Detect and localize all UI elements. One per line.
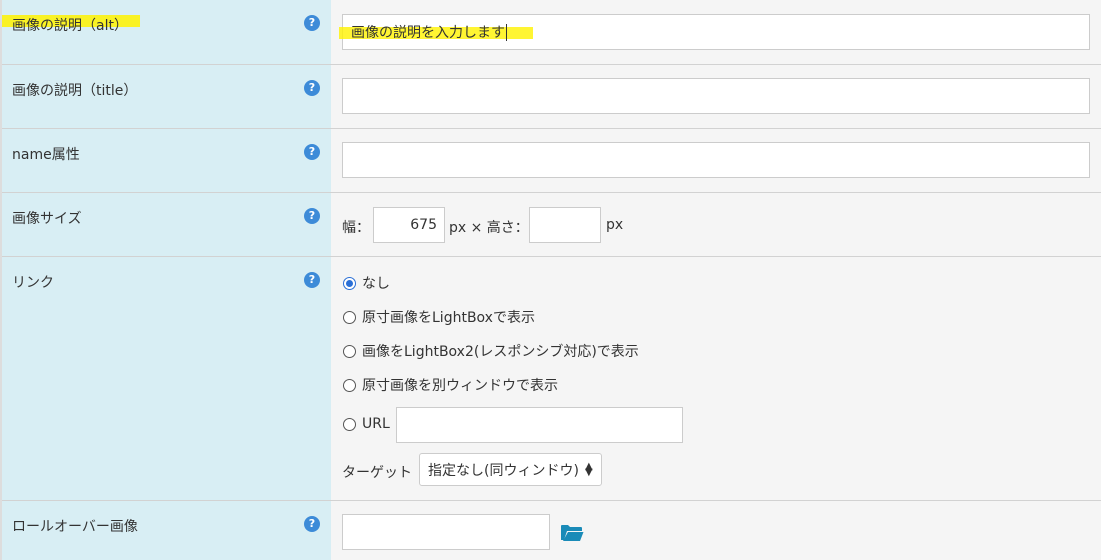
height-label: px × 高さ： bbox=[449, 220, 529, 236]
label-name: name属性 bbox=[12, 147, 80, 163]
row-alt: 画像の説明（alt） ? 画像の説明を入力します bbox=[2, 0, 1101, 65]
text-caret bbox=[506, 23, 507, 41]
label-link: リンク bbox=[12, 275, 54, 291]
value-cell-size: 幅： px × 高さ： px bbox=[331, 193, 1101, 256]
label-cell-alt: 画像の説明（alt） ? bbox=[2, 0, 331, 64]
value-cell-alt: 画像の説明を入力します bbox=[331, 0, 1101, 64]
radio-button-checked[interactable] bbox=[343, 276, 356, 290]
label-cell-title: 画像の説明（title） ? bbox=[2, 65, 331, 128]
radio-button[interactable] bbox=[343, 344, 356, 358]
target-select-value: 指定なし(同ウィンドウ) bbox=[428, 462, 579, 479]
image-settings-form: 画像の説明（alt） ? 画像の説明を入力します 画像の説明（title） ? … bbox=[0, 0, 1101, 560]
label-rollover: ロールオーバー画像 bbox=[12, 519, 138, 535]
height-input[interactable] bbox=[529, 207, 601, 243]
value-cell-title bbox=[331, 65, 1101, 128]
label-cell-link: リンク ? bbox=[2, 257, 331, 500]
value-cell-rollover bbox=[331, 501, 1101, 560]
label-alt: 画像の説明（alt） bbox=[12, 18, 128, 34]
link-option-label: 画像をLightBox2(レスポンシブ対応)で表示 bbox=[362, 344, 639, 360]
name-attribute-input[interactable] bbox=[342, 142, 1090, 178]
help-icon[interactable]: ? bbox=[304, 15, 320, 31]
link-option-label: 原寸画像をLightBoxで表示 bbox=[362, 310, 535, 326]
link-option-lightbox2[interactable]: 画像をLightBox2(レスポンシブ対応)で表示 bbox=[343, 341, 639, 361]
row-name: name属性 ? bbox=[2, 129, 1101, 193]
width-input[interactable] bbox=[373, 207, 445, 243]
help-icon[interactable]: ? bbox=[304, 272, 320, 288]
link-option-lightbox[interactable]: 原寸画像をLightBoxで表示 bbox=[343, 307, 535, 327]
label-cell-name: name属性 ? bbox=[2, 129, 331, 192]
label-cell-rollover: ロールオーバー画像 ? bbox=[2, 501, 331, 560]
label-image-size: 画像サイズ bbox=[12, 211, 82, 227]
help-icon[interactable]: ? bbox=[304, 208, 320, 224]
px-unit-label: px bbox=[606, 217, 624, 233]
alt-input[interactable]: 画像の説明を入力します bbox=[342, 14, 1090, 50]
help-icon[interactable]: ? bbox=[304, 516, 320, 532]
link-option-label: なし bbox=[362, 276, 390, 292]
link-option-url[interactable]: URL bbox=[343, 416, 390, 432]
row-link: リンク ? なし 原寸画像をLightBoxで表示 画像をLightBox2(レ… bbox=[2, 257, 1101, 501]
value-cell-link: なし 原寸画像をLightBoxで表示 画像をLightBox2(レスポンシブ対… bbox=[331, 257, 1101, 500]
row-image-size: 画像サイズ ? 幅： px × 高さ： px bbox=[2, 193, 1101, 257]
row-title: 画像の説明（title） ? bbox=[2, 65, 1101, 129]
alt-input-value: 画像の説明を入力します bbox=[351, 25, 505, 41]
radio-button[interactable] bbox=[343, 378, 356, 392]
width-label: 幅： bbox=[342, 220, 370, 236]
select-arrows-icon: ▲ ▼ bbox=[584, 460, 593, 478]
link-option-label: 原寸画像を別ウィンドウで表示 bbox=[362, 378, 558, 394]
radio-button[interactable] bbox=[343, 417, 356, 431]
target-select[interactable]: 指定なし(同ウィンドウ) ▲ ▼ bbox=[419, 453, 602, 486]
rollover-image-input[interactable] bbox=[342, 514, 550, 550]
title-input[interactable] bbox=[342, 78, 1090, 114]
row-rollover: ロールオーバー画像 ? bbox=[2, 501, 1101, 560]
label-title: 画像の説明（title） bbox=[12, 83, 138, 99]
link-option-none[interactable]: なし bbox=[343, 273, 390, 293]
label-cell-size: 画像サイズ ? bbox=[2, 193, 331, 256]
help-icon[interactable]: ? bbox=[304, 80, 320, 96]
link-option-new-window[interactable]: 原寸画像を別ウィンドウで表示 bbox=[343, 375, 558, 395]
folder-open-icon[interactable] bbox=[560, 523, 584, 543]
help-icon[interactable]: ? bbox=[304, 144, 320, 160]
target-label: ターゲット bbox=[342, 465, 412, 481]
url-input[interactable] bbox=[396, 407, 683, 443]
radio-button[interactable] bbox=[343, 310, 356, 324]
value-cell-name bbox=[331, 129, 1101, 192]
link-option-label: URL bbox=[362, 416, 390, 432]
